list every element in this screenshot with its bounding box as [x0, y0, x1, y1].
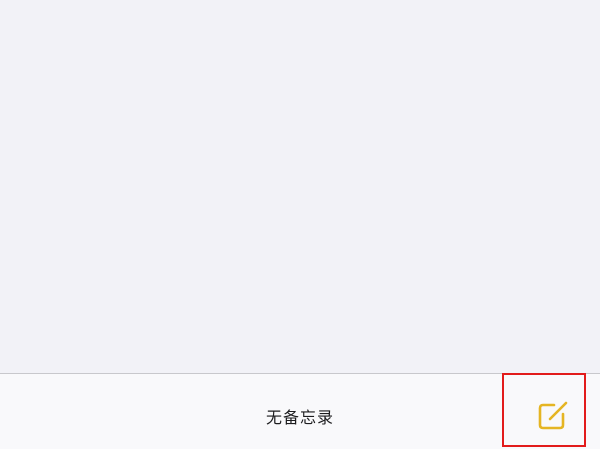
- notes-screen: 无备忘录: [0, 0, 600, 449]
- new-note-button[interactable]: [534, 397, 570, 433]
- notes-list-area: [0, 0, 600, 373]
- compose-icon: [534, 397, 570, 433]
- bottom-toolbar: 无备忘录: [0, 373, 600, 449]
- compose-highlight-box: [502, 373, 586, 447]
